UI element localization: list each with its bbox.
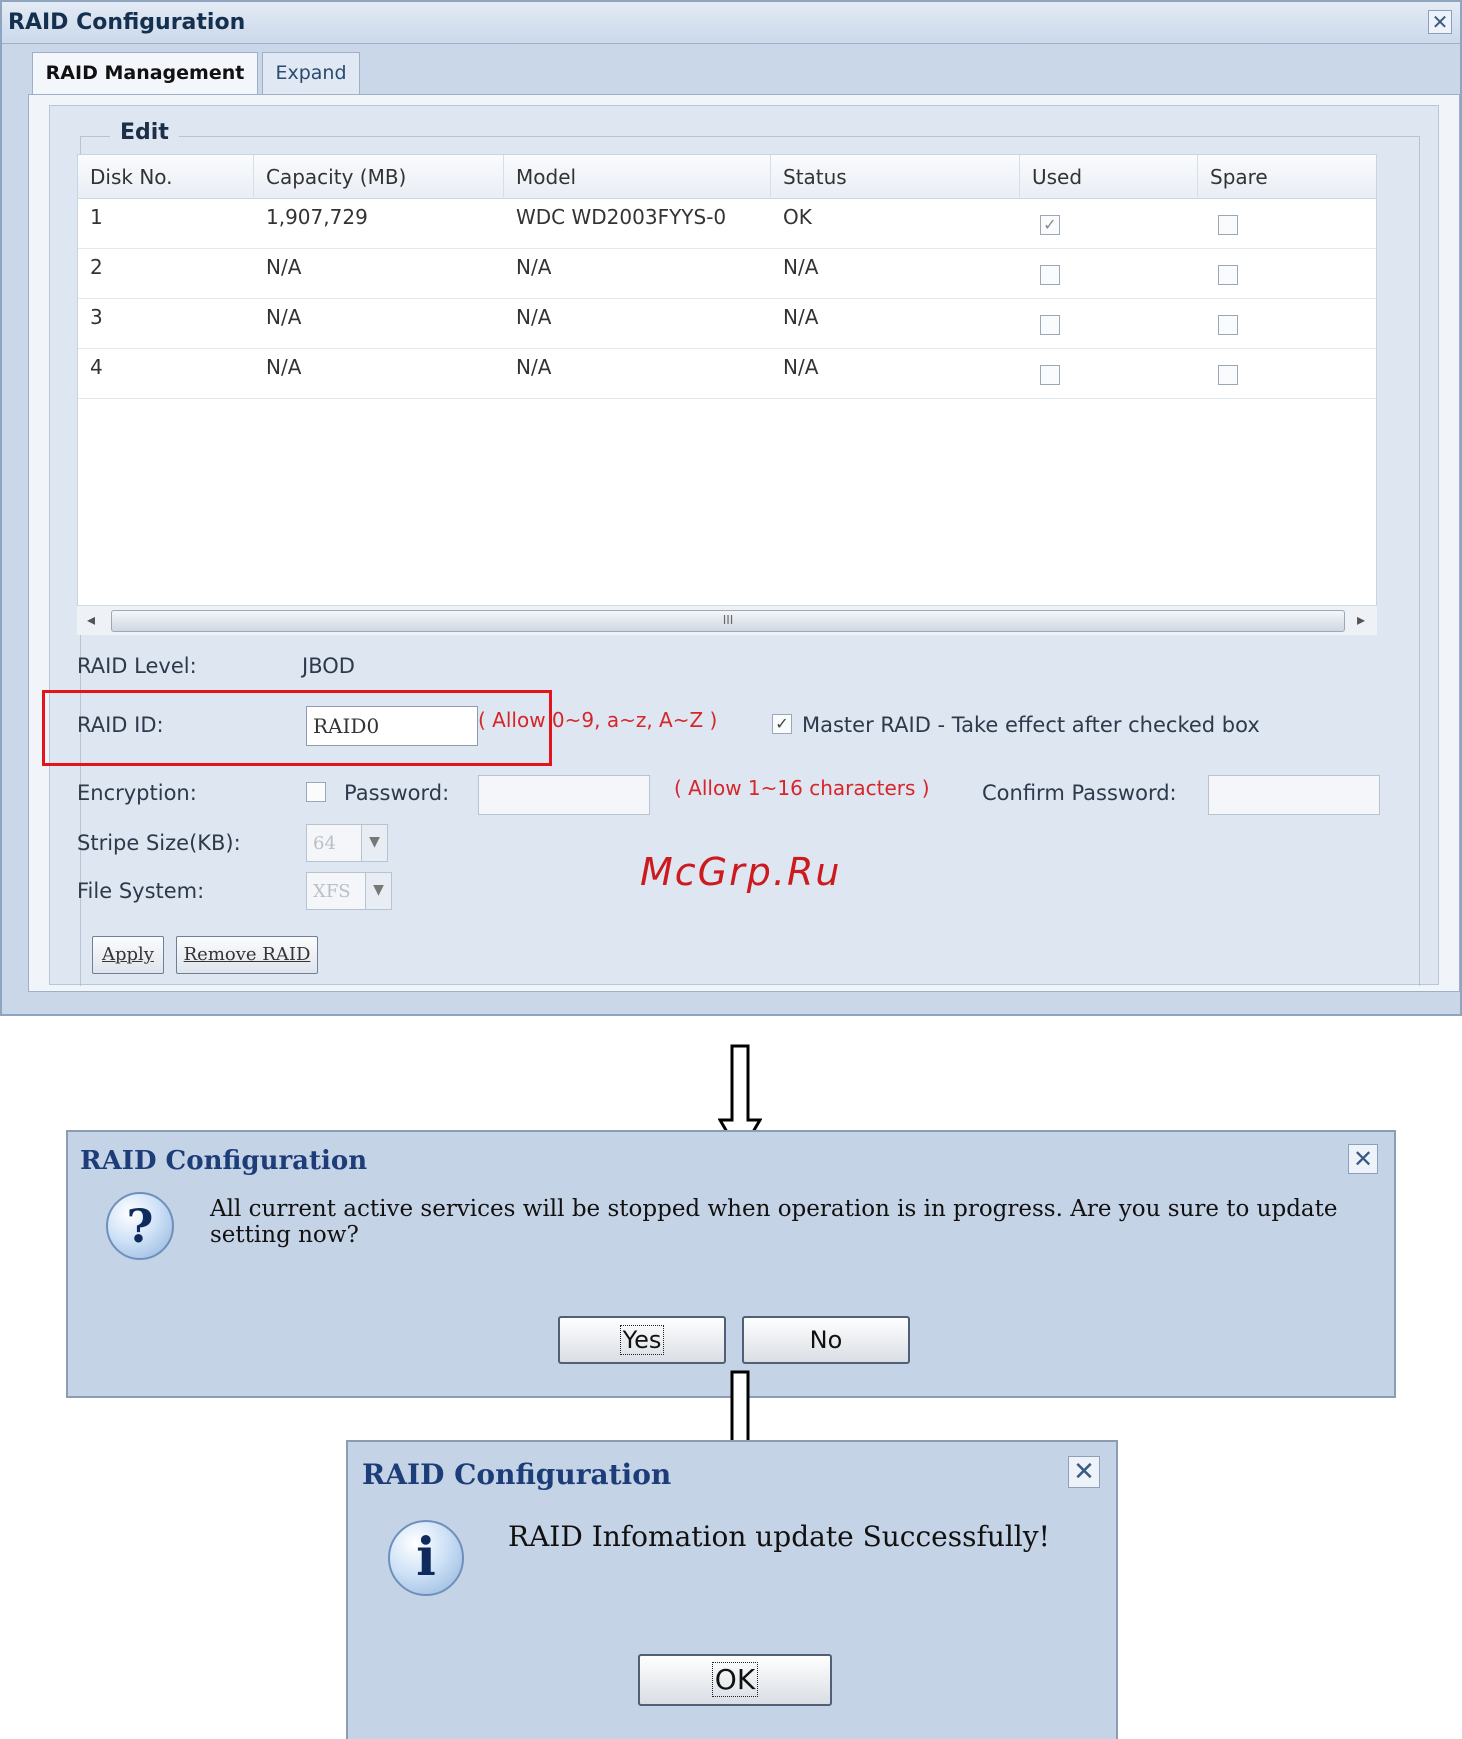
spare-checkbox[interactable] — [1218, 215, 1238, 235]
tab-expand[interactable]: Expand — [262, 52, 360, 94]
dialog-title: RAID Configuration — [80, 1146, 368, 1176]
cell-capacity: N/A — [266, 255, 302, 279]
confirm-password-label: Confirm Password: — [982, 781, 1177, 805]
info-dialog: RAID Configuration ✕ i RAID Infomation u… — [346, 1440, 1118, 1739]
horizontal-scrollbar[interactable]: ◂ III ▸ — [77, 605, 1377, 635]
dialog-message: RAID Infomation update Successfully! — [508, 1520, 1050, 1553]
scroll-thumb[interactable]: III — [111, 610, 1345, 632]
column-header-model[interactable]: Model — [504, 155, 771, 199]
ok-button-label: OK — [711, 1662, 759, 1697]
window-title: RAID Configuration — [8, 10, 246, 35]
cell-model: N/A — [516, 355, 552, 379]
table-row[interactable]: 3 N/A N/A N/A — [78, 299, 1376, 349]
master-raid-label: Master RAID - Take effect after checked … — [802, 713, 1260, 737]
master-raid-checkbox[interactable]: ✓ — [772, 714, 792, 734]
cell-disk-no: 4 — [90, 355, 103, 379]
tab-raid-management[interactable]: RAID Management — [32, 52, 258, 95]
column-header-spare[interactable]: Spare — [1198, 155, 1378, 199]
cell-capacity: 1,907,729 — [266, 205, 368, 229]
column-header-status[interactable]: Status — [771, 155, 1020, 199]
used-checkbox[interactable]: ✓ — [1040, 215, 1060, 235]
table-row[interactable]: 1 1,907,729 WDC WD2003FYYS-0 OK ✓ — [78, 199, 1376, 249]
column-header-capacity[interactable]: Capacity (MB) — [254, 155, 504, 199]
confirm-dialog: RAID Configuration ✕ ? All current activ… — [66, 1130, 1396, 1398]
cell-status: N/A — [783, 255, 819, 279]
stripe-size-select[interactable]: 64 ▼ — [306, 824, 388, 862]
ok-button[interactable]: OK — [638, 1654, 832, 1706]
question-icon: ? — [106, 1192, 174, 1260]
spare-checkbox[interactable] — [1218, 365, 1238, 385]
cell-status: N/A — [783, 355, 819, 379]
cell-capacity: N/A — [266, 305, 302, 329]
used-checkbox[interactable] — [1040, 265, 1060, 285]
close-icon[interactable]: ✕ — [1428, 10, 1452, 34]
cell-status: OK — [783, 205, 812, 229]
window-titlebar: RAID Configuration ✕ — [2, 2, 1460, 44]
remove-raid-button[interactable]: Remove RAID — [176, 936, 318, 974]
stripe-size-label: Stripe Size(KB): — [77, 831, 241, 855]
fieldset-legend: Edit — [110, 120, 179, 145]
cell-model: N/A — [516, 305, 552, 329]
cell-status: N/A — [783, 305, 819, 329]
table-row[interactable]: 2 N/A N/A N/A — [78, 249, 1376, 299]
spare-checkbox[interactable] — [1218, 315, 1238, 335]
column-header-used[interactable]: Used — [1020, 155, 1198, 199]
apply-button[interactable]: Apply — [92, 936, 164, 974]
used-checkbox[interactable] — [1040, 365, 1060, 385]
dialog-message: All current active services will be stop… — [210, 1196, 1338, 1248]
encryption-label: Encryption: — [77, 781, 197, 805]
cell-capacity: N/A — [266, 355, 302, 379]
dialog-title: RAID Configuration — [362, 1458, 672, 1491]
password-label: Password: — [344, 781, 450, 805]
cell-disk-no: 3 — [90, 305, 103, 329]
scroll-right-icon[interactable]: ▸ — [1357, 610, 1365, 629]
stripe-size-value: 64 — [313, 833, 336, 854]
chevron-down-icon: ▼ — [365, 873, 391, 909]
cell-model: N/A — [516, 255, 552, 279]
disk-table: Disk No. Capacity (MB) Model Status Used… — [77, 154, 1377, 634]
watermark: McGrp.Ru — [640, 850, 842, 894]
close-icon[interactable]: ✕ — [1068, 1456, 1100, 1488]
cell-model: WDC WD2003FYYS-0 — [516, 205, 727, 229]
table-row[interactable]: 4 N/A N/A N/A — [78, 349, 1376, 399]
raid-id-input[interactable] — [306, 706, 478, 746]
file-system-select[interactable]: XFS ▼ — [306, 872, 392, 910]
yes-button[interactable]: Yes — [558, 1316, 726, 1364]
table-header: Disk No. Capacity (MB) Model Status Used… — [78, 155, 1376, 199]
raid-level-value: JBOD — [302, 654, 355, 678]
spare-checkbox[interactable] — [1218, 265, 1238, 285]
cell-disk-no: 2 — [90, 255, 103, 279]
column-header-disk-no[interactable]: Disk No. — [78, 155, 254, 199]
raid-level-label: RAID Level: — [77, 654, 197, 678]
chevron-down-icon: ▼ — [361, 825, 387, 861]
file-system-label: File System: — [77, 879, 205, 903]
raid-id-label: RAID ID: — [77, 713, 164, 737]
info-icon: i — [388, 1520, 464, 1596]
yes-button-label: Yes — [619, 1325, 665, 1355]
raid-id-hint: ( Allow 0~9, a~z, A~Z ) — [478, 708, 718, 732]
close-icon[interactable]: ✕ — [1348, 1144, 1378, 1174]
password-input[interactable] — [478, 775, 650, 815]
encryption-checkbox[interactable] — [306, 782, 326, 802]
file-system-value: XFS — [313, 881, 351, 902]
password-hint: ( Allow 1~16 characters ) — [674, 776, 930, 800]
scroll-left-icon[interactable]: ◂ — [87, 610, 95, 629]
confirm-password-input[interactable] — [1208, 775, 1380, 815]
used-checkbox[interactable] — [1040, 315, 1060, 335]
cell-disk-no: 1 — [90, 205, 103, 229]
no-button[interactable]: No — [742, 1316, 910, 1364]
